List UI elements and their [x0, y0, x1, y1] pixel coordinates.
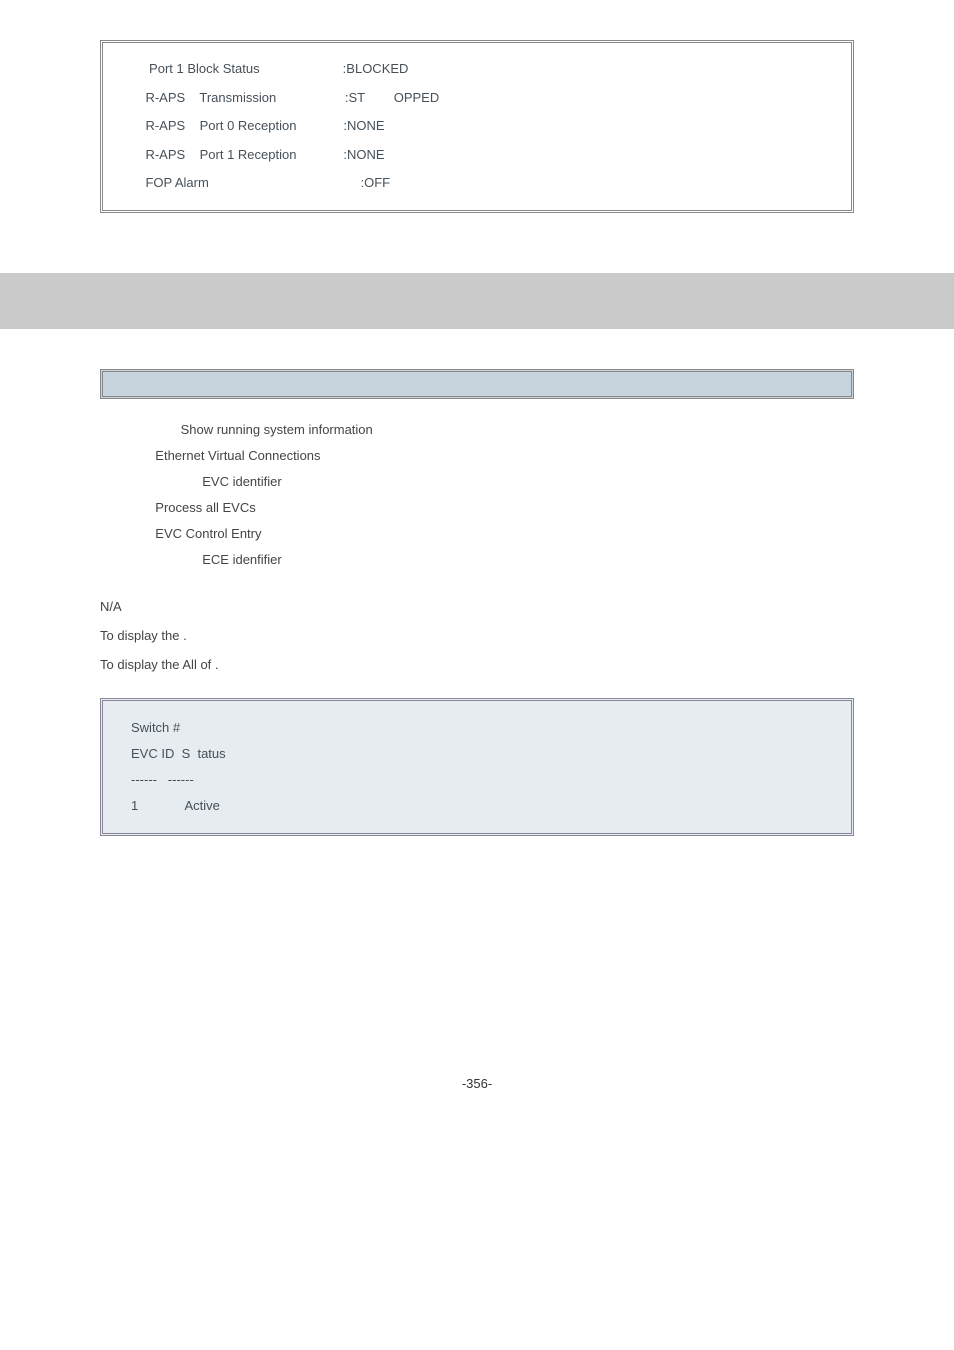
- desc-line: Ethernet Virtual Connections: [130, 443, 854, 469]
- row: R-APS Port 0 Reception :NONE: [131, 112, 823, 141]
- row: FOP Alarm :OFF: [131, 169, 823, 198]
- row: R-APS Transmission :ST OPPED: [131, 84, 823, 113]
- row: Port 1 Block Status :BLOCKED: [131, 55, 823, 84]
- row: 1 Active: [131, 793, 823, 819]
- row: R-APS Port 1 Reception :NONE: [131, 141, 823, 170]
- desc-line: Process all EVCs: [130, 495, 854, 521]
- sentence-1: To display the .: [100, 628, 954, 643]
- desc-line: Show running system information: [130, 417, 854, 443]
- output-box-1: Port 1 Block Status :BLOCKED R-APS Trans…: [100, 40, 854, 213]
- command-band: [100, 369, 854, 399]
- desc-line: EVC identifier: [130, 469, 854, 495]
- section-band: [0, 273, 954, 329]
- description-block: Show running system information Ethernet…: [130, 417, 854, 573]
- desc-line: ECE idenfifier: [130, 547, 854, 573]
- page-number: -356-: [0, 1076, 954, 1091]
- row: EVC ID S tatus: [131, 741, 823, 767]
- desc-line: EVC Control Entry: [130, 521, 854, 547]
- na-label: N/A: [100, 599, 954, 614]
- row: ------ ------: [131, 767, 823, 793]
- sentence-2: To display the All of .: [100, 657, 954, 672]
- row: Switch #: [131, 715, 823, 741]
- example-box: Switch # EVC ID S tatus ------ ------ 1 …: [100, 698, 854, 836]
